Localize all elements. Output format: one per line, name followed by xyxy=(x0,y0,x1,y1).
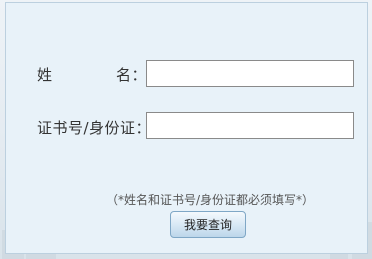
query-form-panel: 姓 名： 证书号/身份证： （*姓名和证书号/身份证都必须填写*） 我要查询 xyxy=(5,2,368,254)
name-label-first-char: 姓 xyxy=(37,66,53,84)
required-hint: （*姓名和证书号/身份证都必须填写*） xyxy=(106,193,315,207)
name-label-second-char: 名： xyxy=(116,66,148,84)
id-input[interactable] xyxy=(146,112,354,139)
query-button[interactable]: 我要查询 xyxy=(170,211,246,238)
id-label: 证书号/身份证： xyxy=(37,119,152,137)
name-input[interactable] xyxy=(146,60,354,87)
